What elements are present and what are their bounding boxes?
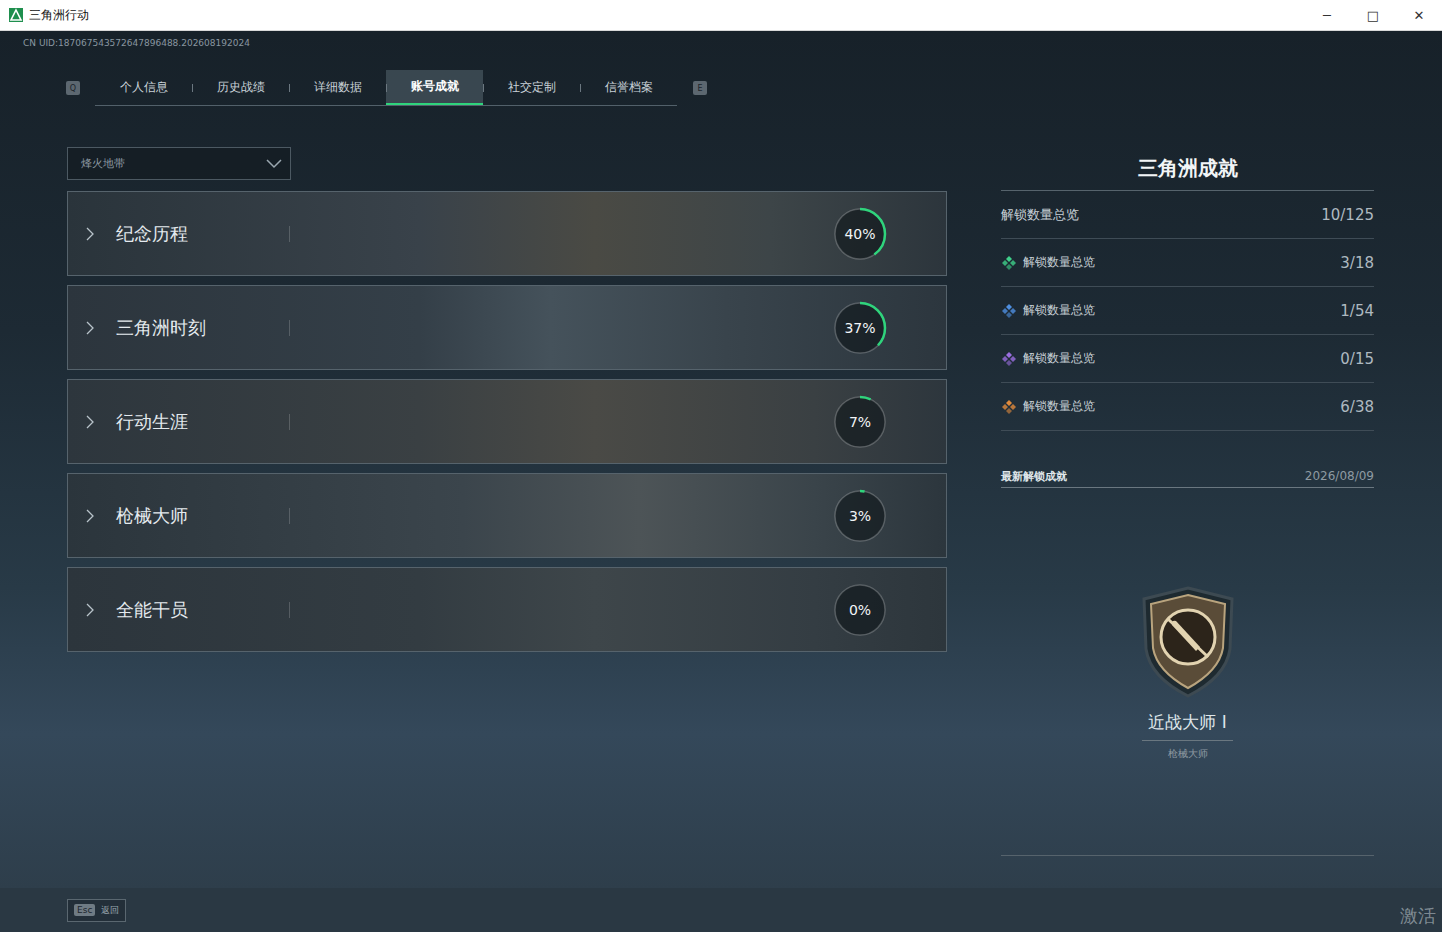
window-control-button[interactable]: ─ — [1304, 0, 1350, 30]
progress-ring: 0% — [832, 582, 888, 638]
app-window: 三角洲行动 ─□✕CN UID:187067543572647896488.202… — [0, 0, 1442, 932]
chevron-right-icon — [86, 415, 94, 429]
achievement-panel: 三角洲成就解锁数量总览10/125解锁数量总览3/18解锁数量总览1/54解锁数… — [1001, 147, 1374, 856]
mode-dropdown[interactable]: 烽火地带 — [67, 147, 291, 180]
activation-watermark: 激活 — [1400, 904, 1436, 928]
category-title: 纪念历程 — [116, 222, 289, 246]
category-card[interactable]: 三角洲时刻 37% — [67, 285, 947, 370]
next-tab-key[interactable]: E — [693, 81, 707, 95]
latest-header: 最新解锁成就2026/08/09 — [1001, 465, 1374, 488]
tier-row: 解锁数量总览1/54 — [1001, 287, 1374, 335]
badge-name: 近战大师 Ⅰ — [1142, 711, 1232, 741]
progress-ring: 37% — [832, 300, 888, 356]
title-bar: 三角洲行动 ─□✕ — [0, 0, 1442, 31]
progress-percent: 7% — [832, 394, 888, 450]
tab[interactable]: 社交定制 — [483, 70, 580, 105]
progress-percent: 0% — [832, 582, 888, 638]
tab[interactable]: 账号成就 — [386, 70, 483, 105]
chevron-right-icon — [86, 227, 94, 241]
category-card[interactable]: 行动生涯 7% — [67, 379, 947, 464]
window-control-button[interactable]: ✕ — [1396, 0, 1442, 30]
tier-row: 解锁数量总览0/15 — [1001, 335, 1374, 383]
summary-row: 解锁数量总览10/125 — [1001, 191, 1374, 239]
tier-emblem-icon — [1001, 351, 1017, 367]
progress-percent: 3% — [832, 488, 888, 544]
bottom-bar: Esc返回 — [0, 888, 1442, 932]
back-button[interactable]: Esc返回 — [67, 899, 126, 922]
panel-title: 三角洲成就 — [1001, 147, 1374, 191]
progress-percent: 37% — [832, 300, 888, 356]
category-title: 三角洲时刻 — [116, 316, 289, 340]
chevron-right-icon — [86, 603, 94, 617]
tier-emblem-icon — [1001, 303, 1017, 319]
category-title: 行动生涯 — [116, 410, 289, 434]
main-area: CN UID:187067543572647896488.20260819202… — [0, 31, 1442, 888]
category-title: 全能干员 — [116, 598, 289, 622]
category-title: 枪械大师 — [116, 504, 289, 528]
category-card[interactable]: 纪念历程 40% — [67, 191, 947, 276]
progress-ring: 7% — [832, 394, 888, 450]
tier-emblem-icon — [1001, 255, 1017, 271]
progress-ring: 3% — [832, 488, 888, 544]
latest-achievement[interactable]: 近战大师 Ⅰ 枪械大师 — [1001, 488, 1374, 856]
tab[interactable]: 信誉档案 — [580, 70, 677, 105]
category-card[interactable]: 枪械大师 3% — [67, 473, 947, 558]
window-control-button[interactable]: □ — [1350, 0, 1396, 30]
category-card[interactable]: 全能干员 0% — [67, 567, 947, 652]
window-title: 三角洲行动 — [29, 7, 89, 24]
tab[interactable]: 个人信息 — [95, 70, 192, 105]
prev-tab-key[interactable]: Q — [66, 81, 80, 95]
tab[interactable]: 详细数据 — [289, 70, 386, 105]
tab[interactable]: 历史战绩 — [192, 70, 289, 105]
tier-row: 解锁数量总览6/38 — [1001, 383, 1374, 431]
progress-percent: 40% — [832, 206, 888, 262]
chevron-down-icon — [266, 159, 282, 169]
uid-label: CN UID:187067543572647896488.20260819202… — [0, 31, 1442, 49]
chevron-right-icon — [86, 321, 94, 335]
category-column: 烽火地带纪念历程 40% 三角洲时刻 37% 行动生涯 7% 枪械大师 3% 全能干员 0% — [67, 147, 947, 856]
melee-badge-icon — [1138, 585, 1238, 699]
delta-logo-icon — [9, 8, 23, 22]
progress-ring: 40% — [832, 206, 888, 262]
tier-row: 解锁数量总览3/18 — [1001, 239, 1374, 287]
badge-category: 枪械大师 — [1168, 747, 1208, 761]
chevron-right-icon — [86, 509, 94, 523]
tier-emblem-icon — [1001, 399, 1017, 415]
tab-bar: Q 个人信息历史战绩详细数据账号成就社交定制信誉档案 E — [0, 70, 1442, 106]
